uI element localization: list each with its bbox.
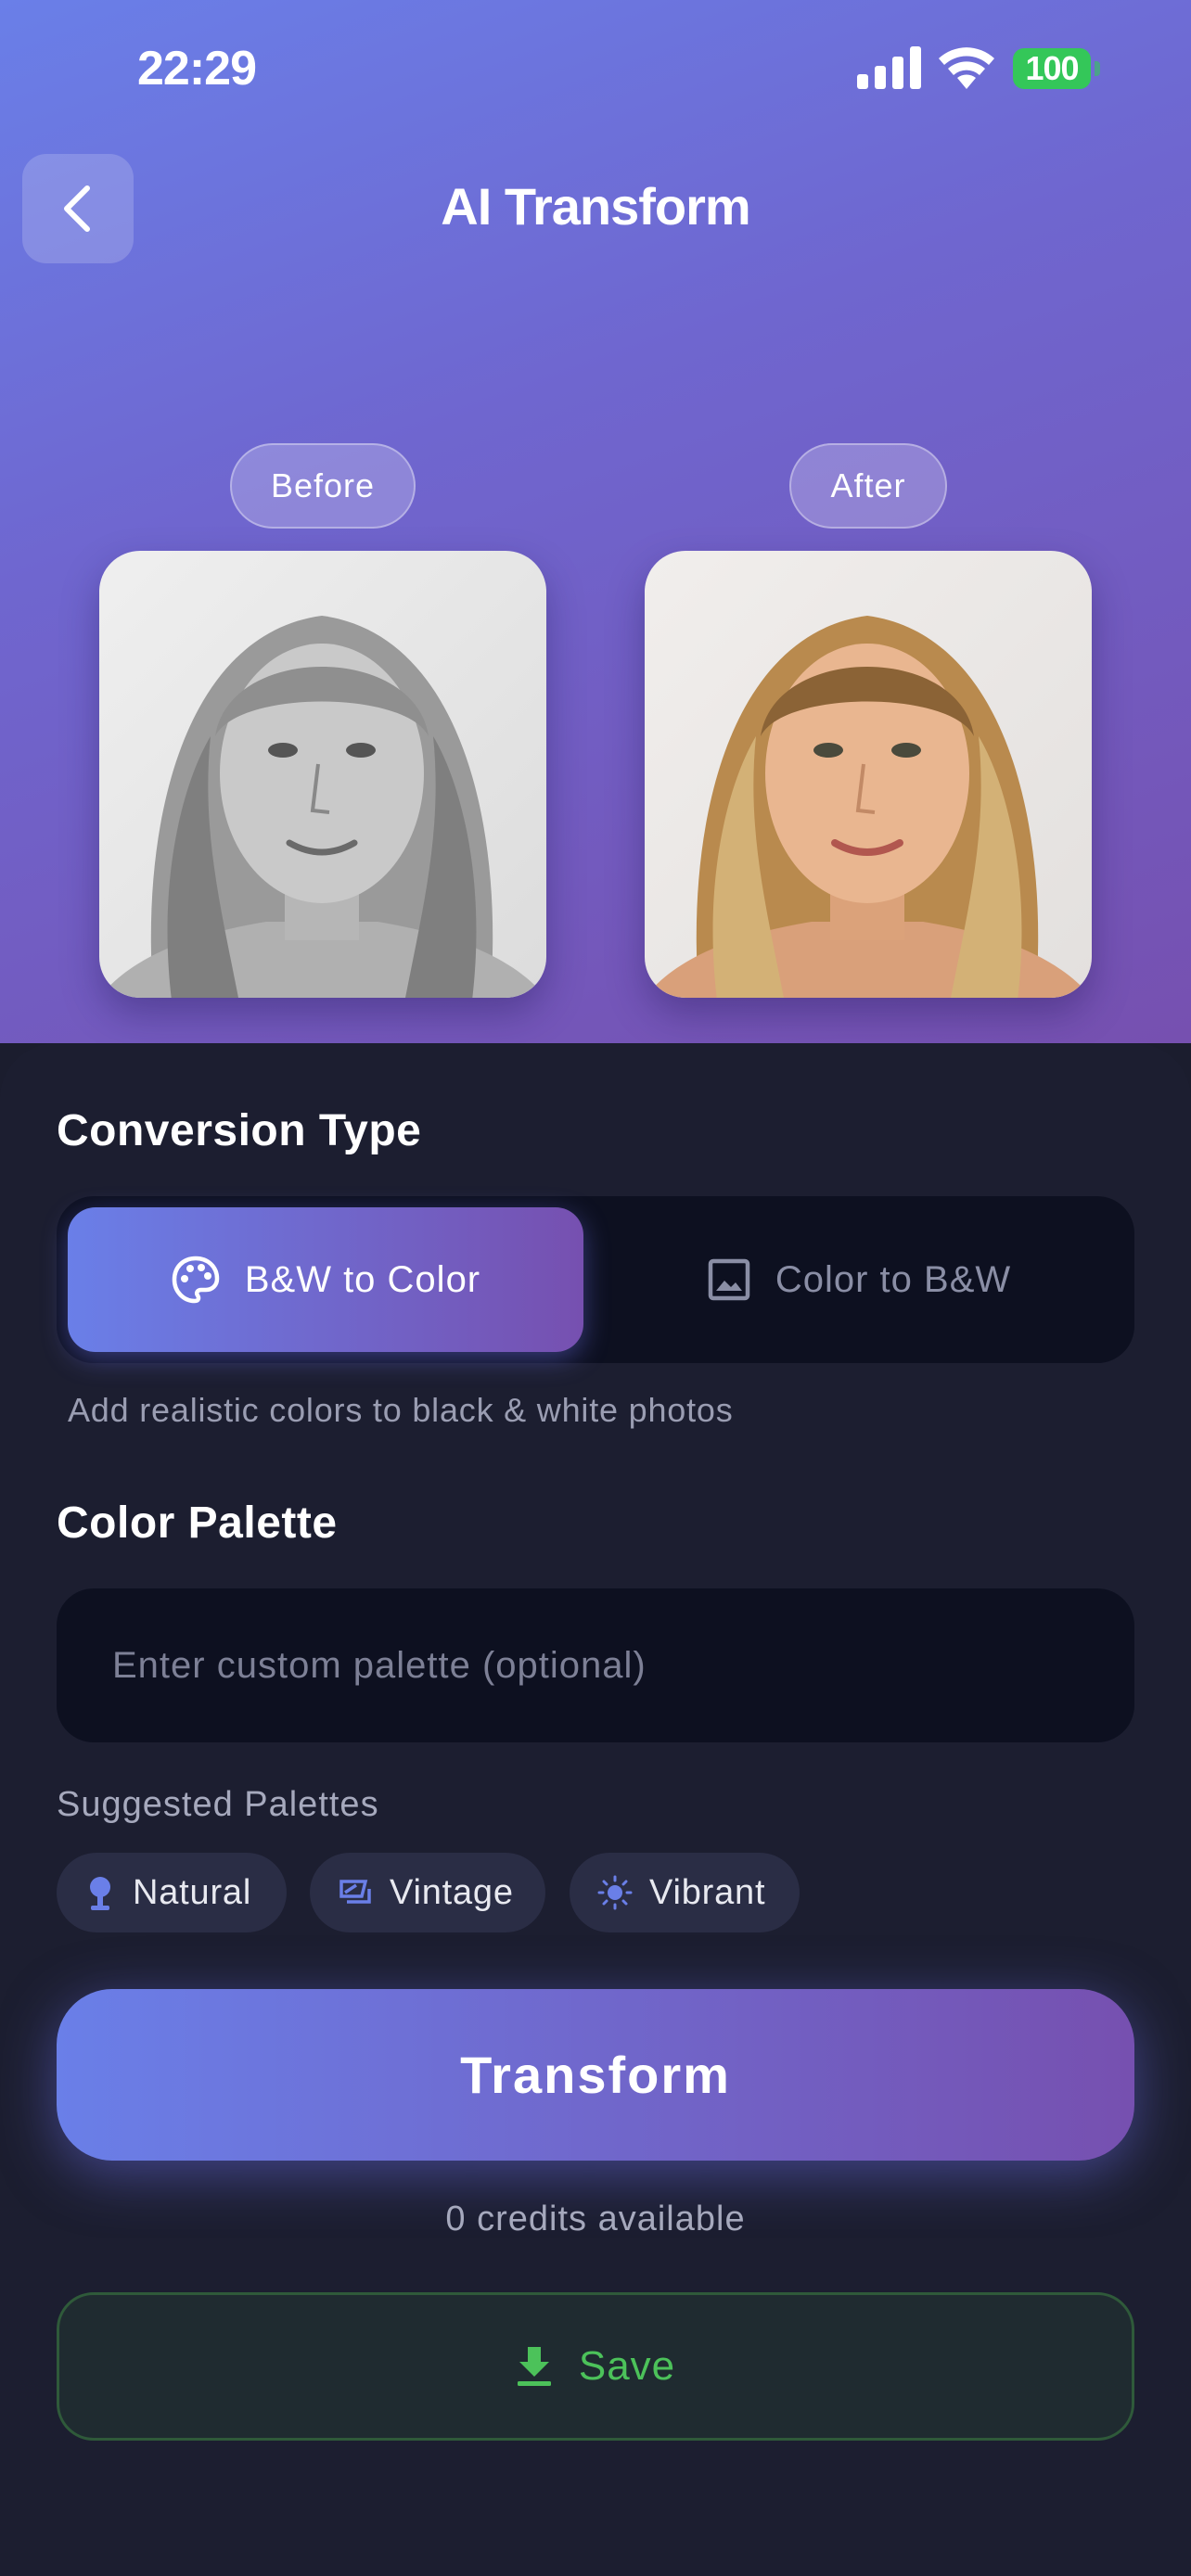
palette-icon bbox=[172, 1256, 220, 1304]
status-bar: 22:29 100 bbox=[0, 0, 1191, 139]
wifi-icon bbox=[939, 47, 994, 89]
conversion-type-title: Conversion Type bbox=[57, 1106, 422, 1155]
sun-icon bbox=[597, 1875, 633, 1910]
after-label: After bbox=[789, 443, 947, 529]
before-photo bbox=[99, 551, 546, 998]
palette-chip-vibrant-label: Vibrant bbox=[649, 1872, 766, 1912]
option-bw-to-color-label: B&W to Color bbox=[244, 1258, 481, 1300]
before-label: Before bbox=[230, 443, 416, 529]
conversion-description: Add realistic colors to black & white ph… bbox=[68, 1391, 734, 1429]
palette-chip-vibrant[interactable]: Vibrant bbox=[570, 1853, 800, 1932]
vintage-icon bbox=[339, 1880, 371, 1904]
palette-chip-vintage[interactable]: Vintage bbox=[310, 1853, 545, 1932]
custom-palette-input[interactable] bbox=[57, 1588, 1134, 1742]
transform-button[interactable]: Transform bbox=[57, 1989, 1134, 2161]
after-photo bbox=[645, 551, 1092, 998]
signal-icon bbox=[857, 46, 921, 89]
option-bw-to-color[interactable]: B&W to Color bbox=[68, 1207, 583, 1352]
battery-icon: 100 bbox=[1013, 48, 1091, 89]
page-title: AI Transform bbox=[441, 177, 750, 236]
save-button[interactable]: Save bbox=[57, 2292, 1134, 2441]
option-color-to-bw[interactable]: Color to B&W bbox=[583, 1207, 1134, 1352]
save-button-label: Save bbox=[578, 2343, 676, 2389]
color-palette-title: Color Palette bbox=[57, 1498, 338, 1548]
option-color-to-bw-label: Color to B&W bbox=[775, 1258, 1012, 1300]
image-icon bbox=[708, 1258, 750, 1301]
palette-chip-vintage-label: Vintage bbox=[390, 1872, 514, 1912]
palette-chip-natural-label: Natural bbox=[133, 1872, 252, 1912]
palette-chip-natural[interactable]: Natural bbox=[57, 1853, 287, 1932]
credits-available: 0 credits available bbox=[445, 2200, 746, 2238]
download-icon bbox=[517, 2347, 551, 2386]
pin-icon bbox=[90, 1877, 110, 1910]
battery-cap bbox=[1095, 61, 1100, 76]
suggested-palettes-label: Suggested Palettes bbox=[57, 1785, 379, 1824]
status-time: 22:29 bbox=[137, 42, 257, 96]
